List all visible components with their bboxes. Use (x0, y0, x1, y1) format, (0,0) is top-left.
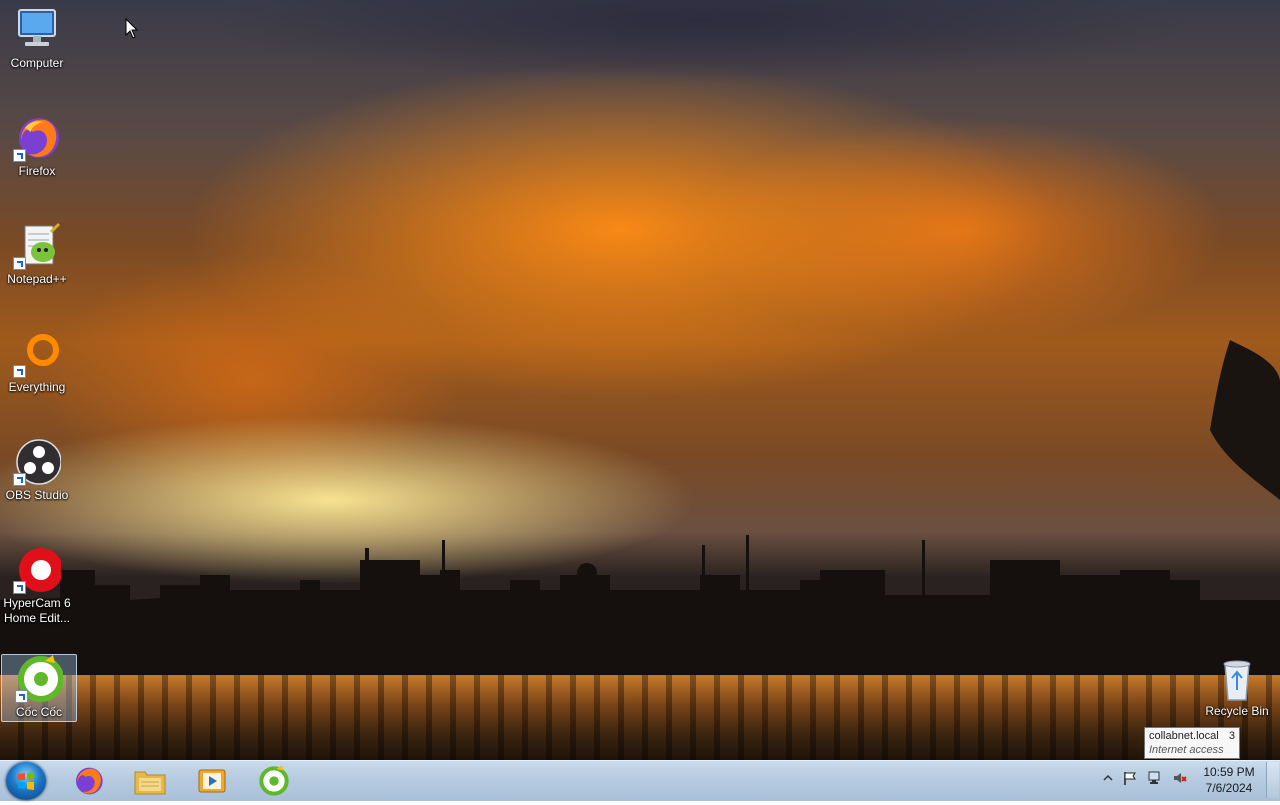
desktop-icon-obs-studio[interactable]: OBS Studio (0, 438, 74, 520)
desktop-icon-everything[interactable]: Everything (0, 330, 74, 412)
taskbar-coc-coc-button[interactable] (246, 763, 302, 799)
desktop-icon-label: OBS Studio (5, 488, 69, 502)
shortcut-arrow-icon (13, 365, 26, 378)
shortcut-arrow-icon (13, 581, 26, 594)
desktop-icon-label: Recycle Bin (1205, 704, 1269, 718)
flag-icon (1124, 772, 1136, 785)
desktop-icon-firefox[interactable]: Firefox (0, 114, 74, 196)
volume-muted-icon (1174, 773, 1187, 783)
tooltip-title: collabnet.local (1149, 730, 1219, 742)
desktop-icon-coc-coc[interactable]: Cốc Cốc (1, 654, 77, 722)
mouse-cursor-icon (125, 18, 139, 39)
computer-icon (18, 9, 56, 46)
wallpaper-reflection (0, 675, 1280, 760)
taskbar-media-player-button[interactable] (184, 763, 240, 799)
tray-volume[interactable] (1172, 770, 1188, 786)
show-desktop-button[interactable] (1266, 762, 1279, 798)
recycle-bin-icon (1223, 660, 1251, 701)
desktop-icon-label: HyperCam 6 Home Edit... (3, 596, 71, 625)
taskbar-firefox-button[interactable] (60, 763, 116, 799)
start-button[interactable] (6, 762, 46, 800)
tray-network[interactable] (1147, 770, 1163, 786)
shortcut-arrow-icon (13, 473, 26, 486)
desktop-icon-label: Computer (10, 56, 64, 70)
shortcut-arrow-icon (13, 149, 26, 162)
taskbar-clock[interactable]: 10:59 PM 7/6/2024 (1196, 764, 1262, 796)
taskbar-file-explorer-button[interactable] (122, 763, 178, 799)
tray-action-center[interactable] (1122, 770, 1138, 786)
wallpaper-skyline (0, 340, 1280, 680)
windows-logo-icon (18, 772, 34, 790)
shortcut-arrow-icon (13, 257, 26, 270)
chevron-up-icon (1103, 774, 1113, 781)
desktop-icon-label: Everything (8, 380, 66, 394)
desktop-icon-notepad-plus-plus[interactable]: Notepad++ (0, 222, 74, 304)
desktop-icon-label: Notepad++ (7, 272, 67, 286)
shortcut-arrow-icon (15, 690, 28, 703)
firefox-icon (76, 767, 103, 795)
network-icon (1148, 771, 1160, 784)
folder-icon (134, 771, 166, 795)
tooltip-subtitle: Internet access (1149, 744, 1224, 756)
tray-show-hidden-icons[interactable] (1100, 770, 1116, 786)
network-tooltip: collabnet.local 3 Internet access (1144, 727, 1240, 759)
desktop-wallpaper: Computer Firefox Notepad++ Everything OB… (0, 0, 1280, 760)
desktop-icon-computer[interactable]: Computer (0, 6, 74, 88)
tooltip-count: 3 (1228, 730, 1235, 742)
clock-time: 10:59 PM (1203, 765, 1255, 779)
clock-date: 7/6/2024 (1205, 781, 1253, 795)
desktop-icon-hypercam[interactable]: HyperCam 6 Home Edit... (0, 546, 74, 632)
media-player-icon (198, 769, 226, 793)
desktop-icon-label: Cốc Cốc (15, 705, 62, 719)
taskbar (0, 760, 1280, 801)
desktop-icon-recycle-bin[interactable]: Recycle Bin (1200, 654, 1274, 736)
coc-coc-icon (259, 765, 289, 796)
desktop-icon-label: Firefox (18, 164, 56, 178)
